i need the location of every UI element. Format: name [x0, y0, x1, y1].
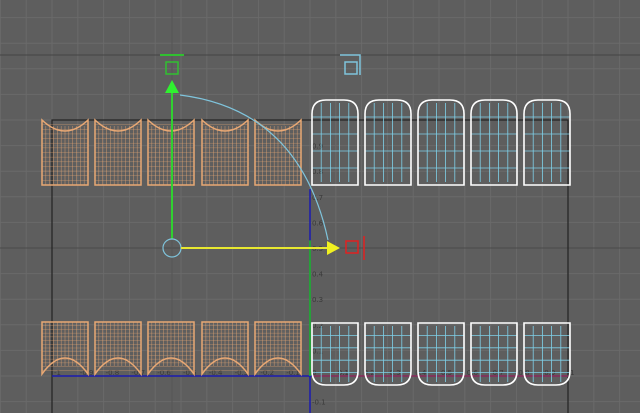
uv-shell-orange[interactable] [201, 321, 249, 377]
uv-shell-blue-selected[interactable] [364, 99, 412, 186]
uv-shell-orange[interactable] [94, 321, 142, 377]
uv-shell-orange[interactable] [201, 118, 249, 186]
v-tick-label: 0.4 [312, 271, 324, 279]
u-arrow-icon[interactable] [327, 241, 340, 255]
uv-editor-viewport[interactable]: -1-0.9-0.8-0.7-0.6-0.5-0.4-0.3-0.2-0.100… [0, 0, 640, 413]
uv-shell-orange[interactable] [94, 118, 142, 186]
uv-shell-blue-selected[interactable] [417, 99, 465, 186]
uv-shell-blue-selected[interactable] [523, 99, 571, 186]
uv-shell-orange[interactable] [41, 118, 89, 186]
v-tick-label: -0.1 [312, 399, 326, 407]
uv-canvas[interactable]: -1-0.9-0.8-0.7-0.6-0.5-0.4-0.3-0.2-0.100… [0, 0, 640, 413]
move-manipulator[interactable] [0, 54, 640, 260]
uniform-scale-square-icon[interactable] [344, 61, 358, 75]
uv-tick-labels: -1-0.9-0.8-0.7-0.6-0.5-0.4-0.3-0.2-0.100… [54, 143, 574, 407]
v-tick-label: 0.6 [312, 219, 324, 227]
v-tick-label: 0.3 [312, 296, 323, 304]
u-scale-square-icon[interactable] [345, 240, 359, 254]
uv-shell-orange[interactable] [41, 321, 89, 377]
uv-shell-orange[interactable] [254, 321, 302, 377]
v-arrow-icon[interactable] [165, 80, 179, 93]
uv-shell-blue-selected[interactable] [470, 99, 518, 186]
uv-shell-orange[interactable] [254, 118, 302, 186]
